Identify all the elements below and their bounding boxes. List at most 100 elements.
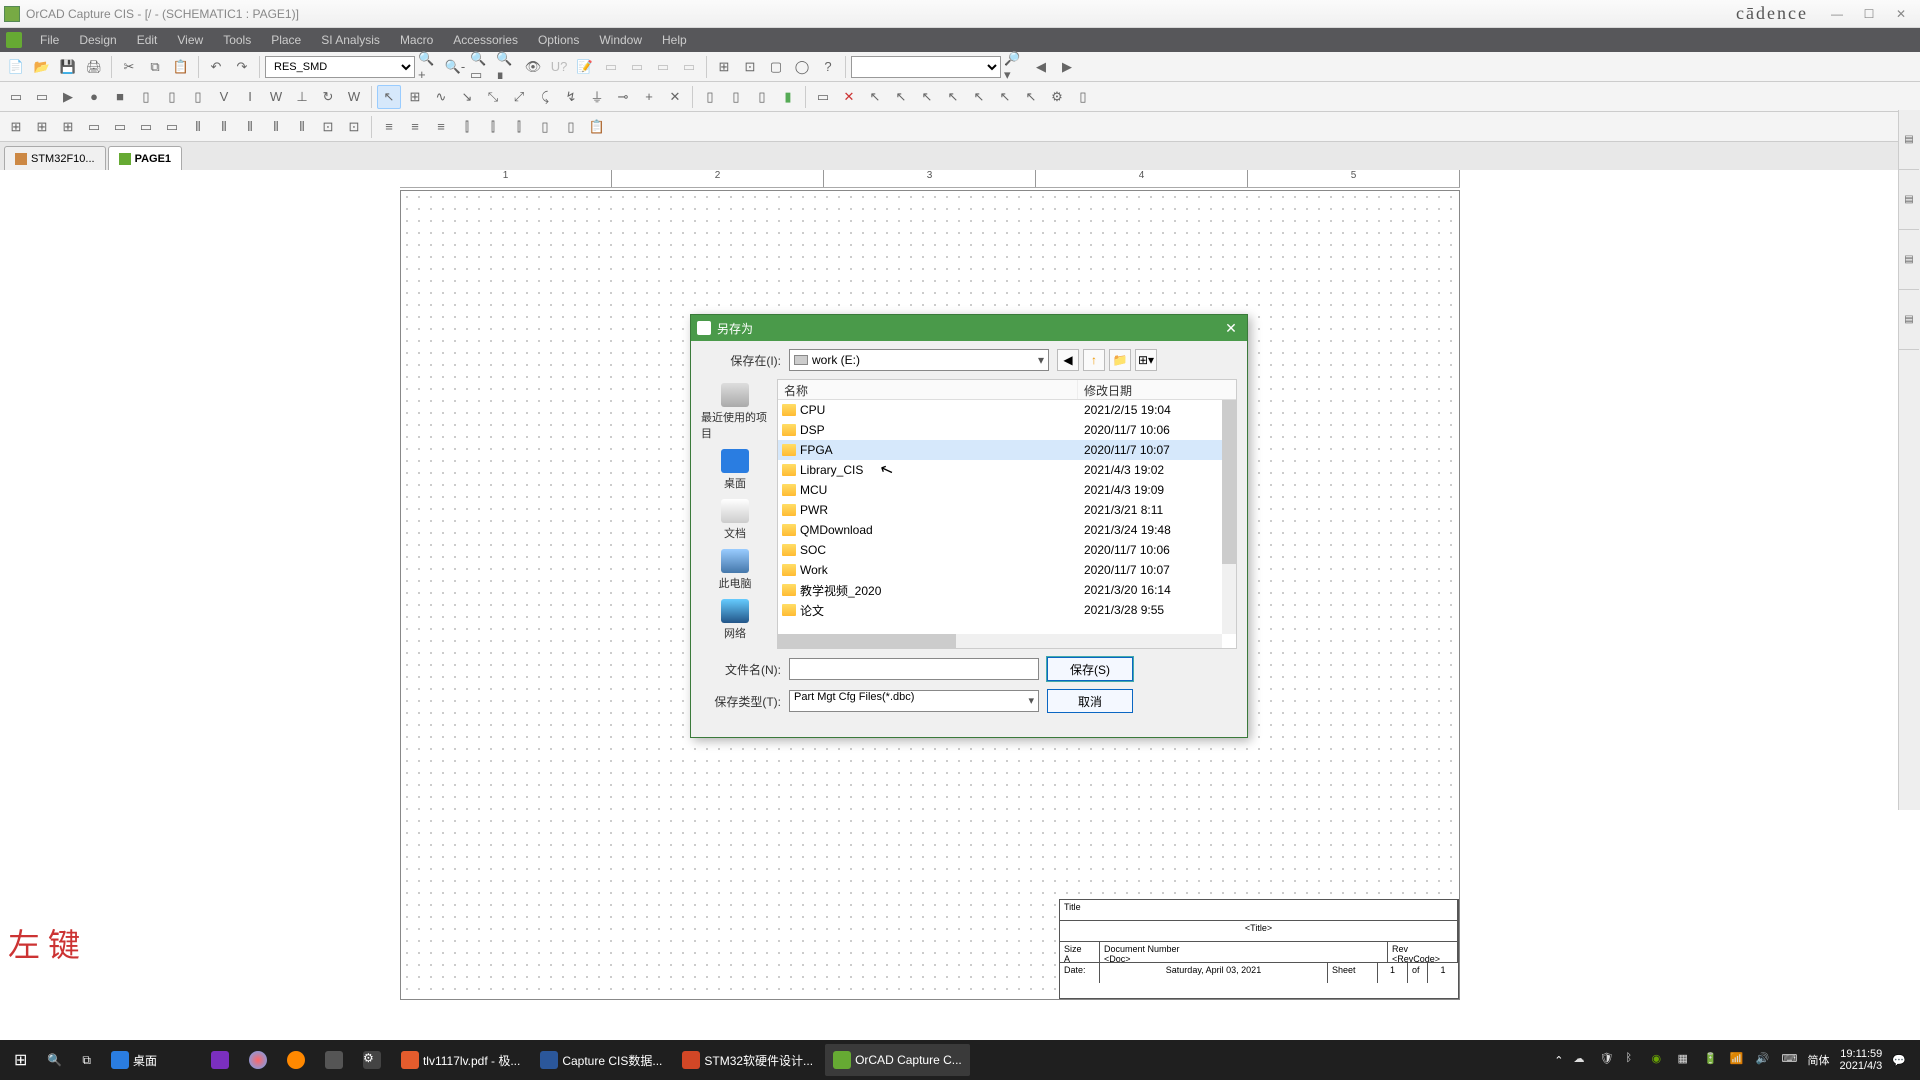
- file-list-hscroll[interactable]: [778, 634, 1222, 648]
- tray-ime-icon[interactable]: ⌨: [1781, 1052, 1797, 1068]
- file-date: 2021/3/20 16:14: [1084, 583, 1218, 597]
- file-name: DSP: [800, 423, 1084, 437]
- place-computer[interactable]: 此电脑: [719, 549, 752, 591]
- dialog-icon: [697, 321, 711, 335]
- place-documents[interactable]: 文档: [721, 499, 749, 541]
- folder-icon: [782, 424, 796, 436]
- folder-icon: [782, 484, 796, 496]
- taskbar-search[interactable]: 🔍: [39, 1044, 70, 1076]
- taskbar-ppt[interactable]: STM32软硬件设计...: [674, 1044, 821, 1076]
- tray-clock[interactable]: 19:11:59 2021/4/3: [1839, 1048, 1882, 1072]
- filetype-label: 保存类型(T):: [701, 693, 781, 710]
- tray-volume-icon[interactable]: 🔊: [1755, 1052, 1771, 1068]
- folder-icon: [782, 544, 796, 556]
- folder-icon: [782, 444, 796, 456]
- place-desktop[interactable]: 桌面: [721, 449, 749, 491]
- taskbar-orcad[interactable]: OrCAD Capture C...: [825, 1044, 970, 1076]
- taskbar: ⊞ 🔍 ⧉ 桌面 ⚙ tlv1117lv.pdf - 极... Capture …: [0, 1040, 1920, 1080]
- file-row[interactable]: SOC2020/11/7 10:06: [778, 540, 1222, 560]
- tray-up-icon[interactable]: ⌃: [1554, 1054, 1563, 1067]
- views-icon[interactable]: ⊞▾: [1135, 349, 1157, 371]
- dialog-close-button[interactable]: ✕: [1221, 320, 1241, 337]
- system-tray: ⌃ ☁ 🛡 ᛒ ◉ ▦ 🔋 📶 🔊 ⌨ 简体 19:11:59 2021/4/3…: [1554, 1048, 1914, 1072]
- tray-battery-icon[interactable]: 🔋: [1703, 1052, 1719, 1068]
- folder-icon: [782, 464, 796, 476]
- tray-onedrive-icon[interactable]: ☁: [1573, 1052, 1589, 1068]
- file-name: 教学视频_2020: [800, 582, 1084, 599]
- file-date: 2021/4/3 19:02: [1084, 463, 1218, 477]
- up-icon[interactable]: ↑: [1083, 349, 1105, 371]
- tray-nvidia-icon[interactable]: ◉: [1651, 1052, 1667, 1068]
- folder-icon: [782, 404, 796, 416]
- folder-icon: [782, 564, 796, 576]
- place-recent[interactable]: 最近使用的项目: [701, 383, 769, 441]
- file-name: Library_CIS: [800, 463, 1084, 477]
- file-date: 2021/3/21 8:11: [1084, 503, 1218, 517]
- taskbar-pdf[interactable]: tlv1117lv.pdf - 极...: [393, 1044, 528, 1076]
- tray-bt-icon[interactable]: ᛒ: [1625, 1052, 1641, 1068]
- file-row[interactable]: 论文2021/3/28 9:55: [778, 600, 1222, 620]
- file-row[interactable]: PWR2021/3/21 8:11: [778, 500, 1222, 520]
- place-network[interactable]: 网络: [721, 599, 749, 641]
- file-date: 2021/3/28 9:55: [1084, 603, 1218, 617]
- file-name: SOC: [800, 543, 1084, 557]
- file-row[interactable]: QMDownload2021/3/24 19:48: [778, 520, 1222, 540]
- save-as-dialog: 另存为 ✕ 保存在(I): work (E:) ◀ ↑ 📁 ⊞▾ 最近使用的: [690, 314, 1248, 738]
- taskbar-onenote[interactable]: [203, 1044, 237, 1076]
- dialog-title-text: 另存为: [717, 320, 753, 337]
- file-list-vscroll[interactable]: [1222, 400, 1236, 634]
- file-row[interactable]: Work2020/11/7 10:07: [778, 560, 1222, 580]
- save-button[interactable]: 保存(S): [1047, 657, 1133, 681]
- filename-label: 文件名(N):: [701, 661, 781, 678]
- file-list-header[interactable]: 名称 修改日期: [778, 380, 1236, 400]
- taskbar-word[interactable]: Capture CIS数据...: [532, 1044, 670, 1076]
- dialog-titlebar[interactable]: 另存为 ✕: [691, 315, 1247, 341]
- file-name: 论文: [800, 602, 1084, 619]
- file-name: MCU: [800, 483, 1084, 497]
- file-date: 2020/11/7 10:06: [1084, 423, 1218, 437]
- start-button[interactable]: ⊞: [6, 1050, 35, 1070]
- tray-app-icon[interactable]: ▦: [1677, 1052, 1693, 1068]
- taskbar-paint[interactable]: [241, 1044, 275, 1076]
- back-icon[interactable]: ◀: [1057, 349, 1079, 371]
- tray-ime-text[interactable]: 简体: [1807, 1052, 1829, 1068]
- file-date: 2020/11/7 10:07: [1084, 563, 1218, 577]
- file-date: 2021/2/15 19:04: [1084, 403, 1218, 417]
- file-date: 2021/4/3 19:09: [1084, 483, 1218, 497]
- taskbar-everything[interactable]: [279, 1044, 313, 1076]
- taskbar-settings[interactable]: ⚙: [355, 1044, 389, 1076]
- taskbar-taskview[interactable]: ⧉: [74, 1044, 99, 1076]
- dialog-backdrop: 另存为 ✕ 保存在(I): work (E:) ◀ ↑ 📁 ⊞▾ 最近使用的: [0, 0, 1920, 1080]
- col-date[interactable]: 修改日期: [1078, 380, 1236, 399]
- drive-icon: [794, 355, 808, 365]
- newfolder-icon[interactable]: 📁: [1109, 349, 1131, 371]
- file-row[interactable]: DSP2020/11/7 10:06: [778, 420, 1222, 440]
- cancel-button[interactable]: 取消: [1047, 689, 1133, 713]
- taskbar-desktop[interactable]: 桌面: [103, 1044, 165, 1076]
- folder-icon: [782, 524, 796, 536]
- folder-icon: [782, 604, 796, 616]
- taskbar-calc[interactable]: [317, 1044, 351, 1076]
- tray-notifications-icon[interactable]: 💬: [1892, 1054, 1906, 1067]
- filename-input[interactable]: [789, 658, 1039, 680]
- tray-shield-icon[interactable]: 🛡: [1599, 1052, 1615, 1068]
- folder-icon: [782, 504, 796, 516]
- file-list[interactable]: 名称 修改日期 CPU2021/2/15 19:04DSP2020/11/7 1…: [777, 379, 1237, 649]
- file-date: 2021/3/24 19:48: [1084, 523, 1218, 537]
- file-row[interactable]: MCU2021/4/3 19:09: [778, 480, 1222, 500]
- file-row[interactable]: CPU2021/2/15 19:04: [778, 400, 1222, 420]
- filetype-select[interactable]: Part Mgt Cfg Files(*.dbc): [789, 690, 1039, 712]
- file-name: CPU: [800, 403, 1084, 417]
- file-name: PWR: [800, 503, 1084, 517]
- file-row[interactable]: Library_CIS2021/4/3 19:02: [778, 460, 1222, 480]
- col-name[interactable]: 名称: [778, 380, 1078, 399]
- save-in-dropdown[interactable]: work (E:): [789, 349, 1049, 371]
- save-in-label: 保存在(I):: [701, 352, 781, 369]
- save-in-value: work (E:): [812, 353, 860, 367]
- file-name: Work: [800, 563, 1084, 577]
- file-row[interactable]: 教学视频_20202021/3/20 16:14: [778, 580, 1222, 600]
- file-date: 2020/11/7 10:07: [1084, 443, 1218, 457]
- file-date: 2020/11/7 10:06: [1084, 543, 1218, 557]
- tray-wifi-icon[interactable]: 📶: [1729, 1052, 1745, 1068]
- file-row[interactable]: FPGA2020/11/7 10:07: [778, 440, 1222, 460]
